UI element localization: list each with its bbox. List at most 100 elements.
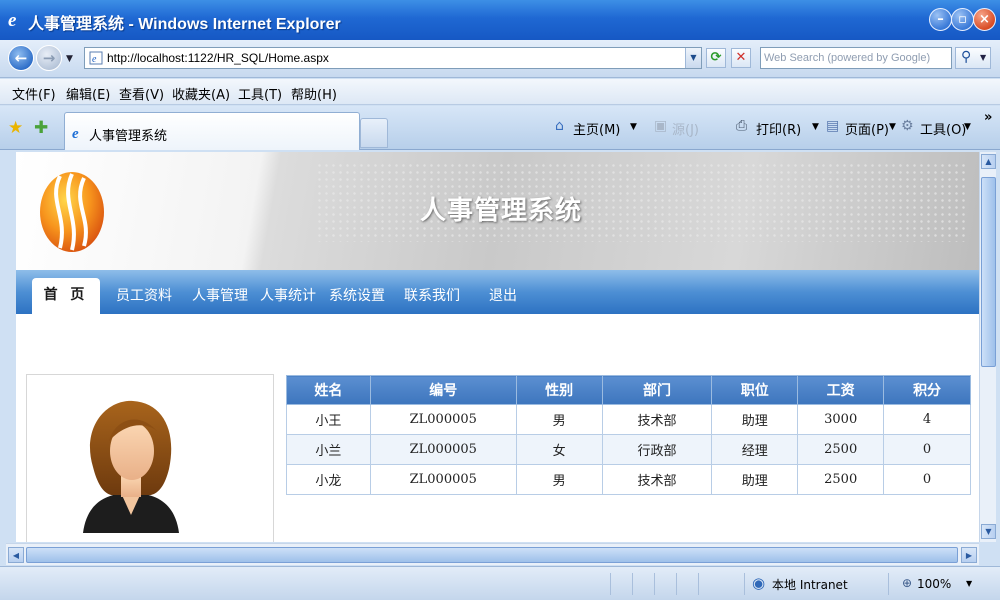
address-field[interactable]: e http://localhost:1122/HR_SQL/Home.aspx… (84, 47, 702, 69)
page-menu-button[interactable]: 页面(P) (845, 119, 889, 138)
address-dropdown-button[interactable]: ▼ (685, 48, 701, 68)
home-button[interactable]: 主页(M) (573, 119, 620, 138)
maximize-button[interactable]: ▫ (951, 8, 974, 31)
status-bar: ◉ 本地 Intranet ⊕ 100% ▼ (0, 566, 1000, 600)
table-row[interactable]: 小龙 ZL000005 男 技术部 助理 2500 0 (286, 464, 971, 495)
nav-employee-info[interactable]: 员工资料 (116, 285, 172, 305)
cell-gender: 女 (515, 434, 603, 465)
col-id[interactable]: 编号 (369, 375, 517, 405)
favorites-star-icon[interactable]: ★ (8, 118, 23, 138)
status-divider (610, 573, 611, 595)
cell-name: 小王 (286, 404, 371, 435)
search-icon: ⚲ (961, 49, 972, 65)
home-icon: ⌂ (555, 118, 564, 134)
close-window-button[interactable]: × (973, 8, 996, 31)
cell-salary: 3000 (797, 404, 885, 435)
tools-menu-button[interactable]: 工具(O) (920, 119, 966, 138)
print-dropdown[interactable]: ▼ (812, 122, 819, 132)
feeds-button[interactable]: 源(J) (672, 119, 699, 138)
cell-department: 行政部 (601, 434, 713, 465)
home-dropdown[interactable]: ▼ (630, 122, 637, 132)
feeds-icon: ▣ (654, 118, 668, 134)
status-divider (632, 573, 633, 595)
toolbar-overflow-chevron-icon[interactable]: » (984, 110, 992, 125)
table-row[interactable]: 小王 ZL000005 男 技术部 助理 3000 4 (286, 404, 971, 435)
status-divider (654, 573, 655, 595)
page-viewport: 人事管理系统 首 页 员工资料 人事管理 人事统计 系统设置 联系我们 退出 姓… (16, 152, 979, 542)
menu-file[interactable]: 文件(F) (12, 84, 56, 103)
zoom-dropdown[interactable]: ▼ (966, 579, 972, 588)
cell-gender: 男 (515, 404, 603, 435)
page-content: 姓名 编号 性别 部门 职位 工资 积分 小王 ZL000005 男 技术部 助… (16, 314, 979, 542)
menu-tools[interactable]: 工具(T) (238, 84, 282, 103)
nav-logout[interactable]: 退出 (489, 285, 517, 305)
vertical-scrollbar[interactable]: ▲ ▼ (979, 152, 996, 542)
new-tab-button[interactable] (360, 118, 388, 148)
col-position[interactable]: 职位 (711, 375, 799, 405)
site-banner: 人事管理系统 (16, 152, 979, 270)
col-gender[interactable]: 性别 (515, 375, 603, 405)
add-favorite-icon[interactable]: ✚ (34, 118, 48, 138)
tools-menu-dropdown[interactable]: ▼ (964, 122, 971, 132)
security-zone[interactable]: 本地 Intranet (772, 576, 848, 593)
system-title: 人事管理系统 (420, 196, 583, 226)
tab-title: 人事管理系统 (89, 129, 168, 144)
col-points[interactable]: 积分 (883, 375, 971, 405)
browser-tab[interactable]: e 人事管理系统 (64, 112, 360, 150)
menu-help[interactable]: 帮助(H) (291, 84, 337, 103)
stop-button[interactable]: ✕ (731, 48, 751, 68)
vertical-scroll-thumb[interactable] (981, 177, 996, 367)
menu-favorites[interactable]: 收藏夹(A) (172, 84, 230, 103)
status-divider (698, 573, 699, 595)
nav-system-settings[interactable]: 系统设置 (329, 285, 385, 305)
scroll-right-arrow-icon[interactable]: ▶ (961, 547, 977, 563)
cell-id: ZL000005 (369, 464, 517, 495)
page-menu-icon: ▤ (826, 118, 840, 134)
cell-points: 0 (883, 464, 971, 495)
back-button[interactable]: ← (8, 45, 34, 71)
search-options-dropdown[interactable]: ▼ (980, 53, 986, 62)
cell-points: 0 (883, 434, 971, 465)
ie-page-icon: e (72, 126, 79, 140)
cell-department: 技术部 (601, 464, 713, 495)
horizontal-scroll-thumb[interactable] (26, 547, 958, 563)
nav-contact-us[interactable]: 联系我们 (404, 285, 460, 305)
cell-id: ZL000005 (369, 404, 517, 435)
nav-hr-statistics[interactable]: 人事统计 (260, 285, 316, 305)
window-title: 人事管理系统 - Windows Internet Explorer (28, 16, 341, 33)
col-name[interactable]: 姓名 (286, 375, 371, 405)
menu-view[interactable]: 查看(V) (119, 84, 164, 103)
recent-pages-dropdown[interactable]: ▼ (66, 54, 73, 64)
svg-text:e: e (8, 10, 17, 29)
nav-hr-management[interactable]: 人事管理 (192, 285, 248, 305)
scroll-down-arrow-icon[interactable]: ▼ (981, 524, 996, 539)
cell-name: 小龙 (286, 464, 371, 495)
horizontal-scrollbar[interactable]: ◀ ▶ (6, 543, 979, 565)
print-button[interactable]: 打印(R) (756, 119, 801, 138)
search-button[interactable]: ⚲ ▼ (955, 47, 991, 69)
nav-home[interactable]: 首 页 (32, 278, 100, 314)
minimize-button[interactable]: – (929, 8, 952, 31)
refresh-button[interactable]: ⟳ (706, 48, 726, 68)
ie-logo-icon: e (8, 10, 17, 29)
col-salary[interactable]: 工资 (797, 375, 885, 405)
tab-command-bar: ★ ✚ e 人事管理系统 ⌂ 主页(M) ▼ ▣ 源(J) ⎙ 打印(R) ▼ … (0, 106, 1000, 150)
forward-button[interactable]: → (36, 45, 62, 71)
cell-position: 助理 (711, 464, 799, 495)
col-department[interactable]: 部门 (601, 375, 713, 405)
page-icon: e (89, 51, 103, 65)
zoom-level[interactable]: 100% (917, 577, 951, 591)
table-row[interactable]: 小兰 ZL000005 女 行政部 经理 2500 0 (286, 434, 971, 465)
main-nav: 首 页 员工资料 人事管理 人事统计 系统设置 联系我们 退出 (16, 270, 979, 314)
scroll-up-arrow-icon[interactable]: ▲ (981, 154, 996, 169)
gear-icon: ⚙ (901, 118, 914, 134)
user-avatar (83, 400, 179, 533)
page-menu-dropdown[interactable]: ▼ (889, 122, 896, 132)
menu-edit[interactable]: 编辑(E) (66, 84, 110, 103)
scroll-left-arrow-icon[interactable]: ◀ (8, 547, 24, 563)
site-logo (40, 172, 104, 252)
status-divider (888, 573, 889, 595)
svg-text:e: e (72, 126, 79, 140)
search-input[interactable]: Web Search (powered by Google) (760, 47, 952, 69)
address-url[interactable]: http://localhost:1122/HR_SQL/Home.aspx (107, 51, 329, 65)
